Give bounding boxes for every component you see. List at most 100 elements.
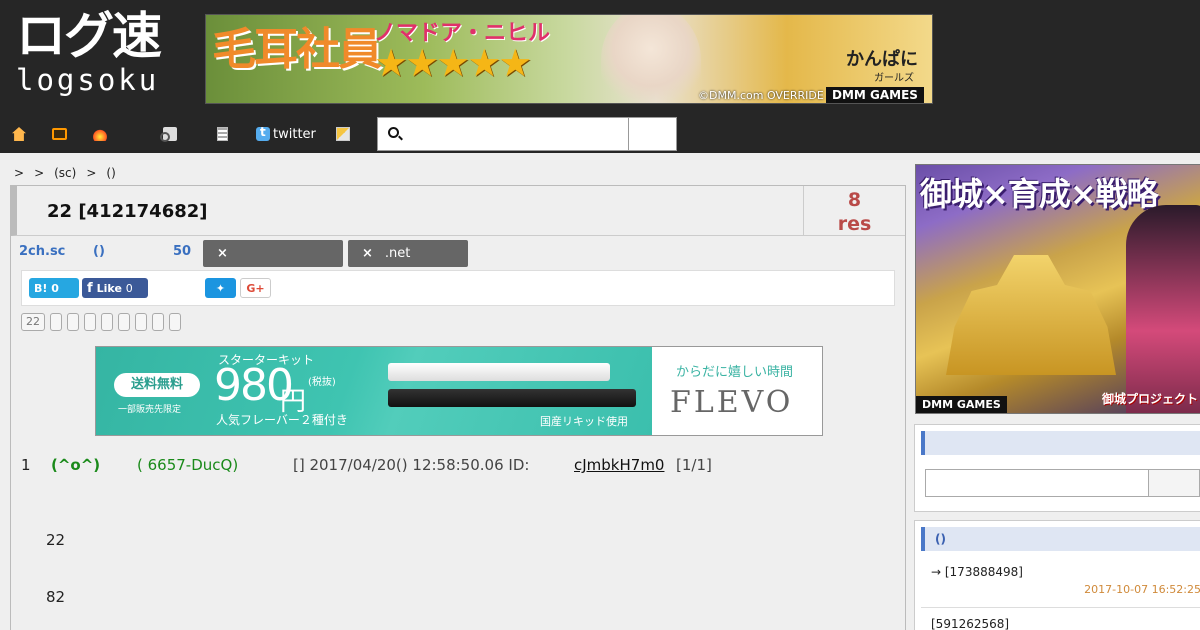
sidebar-ad-banner[interactable]: 御城×育成×戦略 DMM GAMES 御城プロジェクト: [915, 164, 1200, 414]
post-author: (^o^): [51, 456, 101, 474]
hatena-bookmark-button[interactable]: B! 0: [29, 278, 79, 298]
filter-tag[interactable]: ×: [203, 240, 343, 267]
logo-jp: ログ速: [16, 7, 162, 65]
banner-character-art: [601, 15, 701, 103]
tv-icon: [52, 128, 67, 140]
facebook-like-label: Like: [96, 281, 122, 295]
ad-free-shipping: 送料無料: [114, 373, 200, 397]
sidebar-ad-title: 御城×育成×戦略: [920, 175, 1159, 213]
breadcrumb-item[interactable]: >: [14, 166, 24, 180]
post-body-line: 22: [46, 531, 66, 549]
nav-tv[interactable]: [52, 125, 67, 143]
ad-tax: (税抜): [308, 377, 336, 388]
sidebar-search-input[interactable]: [925, 469, 1149, 497]
facebook-like-button[interactable]: f Like 0: [82, 278, 148, 298]
twitter-bird-icon: ✦: [215, 281, 226, 295]
ad-flavor: 人気フレーバー２種付き: [216, 413, 348, 427]
page-tab[interactable]: [135, 313, 147, 331]
breadcrumb-item[interactable]: >: [34, 166, 44, 180]
top-ad-banner[interactable]: 毛耳社員 ノマドア・ニヒル ★★★★★ かんぱに ガールズ ©DMM.com O…: [205, 14, 933, 104]
banner-stars: ★★★★★: [374, 41, 532, 85]
hatena-count: 0: [51, 281, 59, 295]
search-doc-icon: [160, 127, 177, 142]
res-count-number: 8: [847, 189, 862, 211]
page-tabs: 22: [21, 313, 181, 331]
sidebar-list-item[interactable]: → [173888498] 2017-10-07 16:52:25: [921, 565, 1200, 605]
search-icon: [388, 127, 399, 138]
post-number[interactable]: 1: [21, 456, 31, 474]
ad-left-panel: 送料無料 一部販売先限定 スターターキット 980 円 (税抜) 人気フレーバー…: [96, 347, 652, 435]
breadcrumb-item[interactable]: >: [86, 166, 96, 180]
ad-brand: FLEVO: [670, 385, 794, 420]
sidebar-ad-logo: 御城プロジェクト: [1101, 392, 1198, 406]
character-image: [1126, 205, 1200, 413]
sidebar-list-heading: (): [921, 527, 1200, 551]
breadcrumb-item[interactable]: (): [106, 166, 115, 180]
meta-count: 50: [173, 244, 192, 259]
post-date: [] 2017/04/20() 12:58:50.06 ID:: [293, 456, 530, 474]
res-count[interactable]: 8 res: [803, 186, 905, 236]
banner-brand: DMM GAMES: [826, 87, 924, 103]
header-search-button[interactable]: [628, 118, 676, 150]
header-search: [377, 117, 677, 151]
nav-search[interactable]: [160, 125, 177, 143]
nav-twitter[interactable]: twitter: [256, 125, 316, 143]
banner-subtitle: ガールズ: [874, 73, 914, 84]
sidebar-item-text: [591262568]: [931, 617, 1010, 630]
sidebar-thread-list: () → [173888498] 2017-10-07 16:52:25 [59…: [914, 520, 1200, 630]
thread-header: 22 [412174682] 8 res: [11, 186, 905, 236]
sidebar-list-item[interactable]: [591262568]: [921, 617, 1200, 630]
nav-list[interactable]: [217, 125, 228, 143]
site-header: ログ速 logsoku 毛耳社員 ノマドア・ニヒル ★★★★★ かんぱに ガール…: [0, 0, 1200, 153]
ad-slogan: からだに嬉しい時間: [676, 365, 794, 380]
close-icon: ×: [217, 246, 228, 261]
page-tab[interactable]: [67, 313, 79, 331]
breadcrumb: > > (sc) > (): [14, 166, 116, 180]
close-icon: ×: [362, 246, 373, 261]
social-share-bar: B! 0 f Like 0 ✦ G+: [21, 270, 895, 306]
sidebar-search-heading: [921, 431, 1200, 455]
post-id-link[interactable]: cJmbkH7m0: [574, 456, 664, 474]
post-trip: ( 6657-DucQ): [137, 456, 239, 474]
post-id-count: [1/1]: [676, 456, 712, 474]
product-image-black: [388, 389, 636, 407]
breadcrumb-item[interactable]: (sc): [54, 166, 76, 180]
home-icon: [12, 127, 26, 141]
page-tab[interactable]: [101, 313, 113, 331]
filter-tag[interactable]: × .net: [348, 240, 468, 267]
fire-icon: [93, 127, 107, 141]
logo-en: logsoku: [16, 63, 160, 97]
nav-twitter-label: twitter: [273, 126, 316, 142]
board-link[interactable]: 2ch.sc: [19, 244, 65, 259]
sidebar-item-text: → [173888498]: [931, 565, 1023, 579]
nav-home[interactable]: [12, 125, 26, 143]
site-logo[interactable]: ログ速 logsoku: [16, 10, 188, 96]
filter-tag-label: .net: [384, 246, 411, 261]
page-tab[interactable]: [84, 313, 96, 331]
nav-hot[interactable]: [93, 125, 107, 143]
page-tab[interactable]: [118, 313, 130, 331]
castle-image: [946, 255, 1116, 375]
hatena-label: B!: [34, 281, 48, 295]
sidebar-search-button[interactable]: [1148, 469, 1200, 497]
post-body-line: 82: [46, 588, 66, 606]
page-tab[interactable]: [152, 313, 164, 331]
sidebar-search-box: [914, 424, 1200, 512]
sidebar-ad-brand: DMM GAMES: [916, 396, 1007, 413]
page-tab[interactable]: [169, 313, 181, 331]
page-tab[interactable]: [50, 313, 62, 331]
banner-title: かんぱに: [846, 49, 918, 70]
twitter-icon: [256, 125, 270, 141]
page-tab[interactable]: 22: [21, 313, 45, 331]
list-icon: [217, 127, 228, 141]
nav-mail[interactable]: [336, 125, 350, 143]
google-plus-label: G+: [246, 281, 265, 295]
thread-title: 22 [412174682]: [47, 201, 208, 222]
inline-ad-banner[interactable]: 送料無料 一部販売先限定 スターターキット 980 円 (税抜) 人気フレーバー…: [95, 346, 823, 436]
google-plus-button[interactable]: G+: [240, 278, 271, 298]
meta-paren: (): [93, 244, 105, 259]
tweet-button[interactable]: ✦: [205, 278, 236, 298]
banner-copyright: ©DMM.com OVERRIDE: [698, 89, 824, 102]
ad-note: 一部販売先限定: [118, 405, 182, 415]
header-search-input[interactable]: [406, 120, 626, 148]
